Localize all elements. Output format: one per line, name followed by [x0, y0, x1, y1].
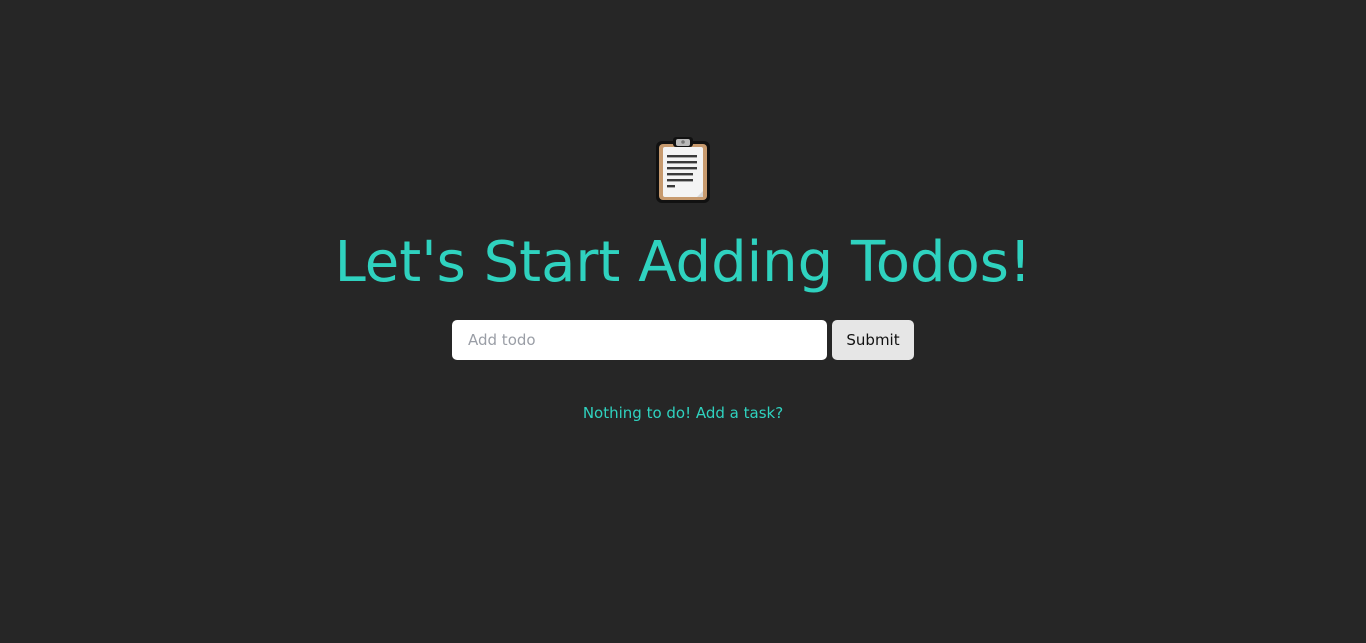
page-title: Let's Start Adding Todos!	[334, 230, 1032, 295]
todo-app: Let's Start Adding Todos! Submit Nothing…	[0, 0, 1366, 643]
add-todo-form: Submit	[452, 320, 914, 360]
submit-button[interactable]: Submit	[832, 320, 914, 360]
clipboard-icon	[656, 137, 710, 203]
empty-state-message: Nothing to do! Add a task?	[582, 404, 784, 422]
add-todo-input[interactable]	[452, 320, 827, 360]
